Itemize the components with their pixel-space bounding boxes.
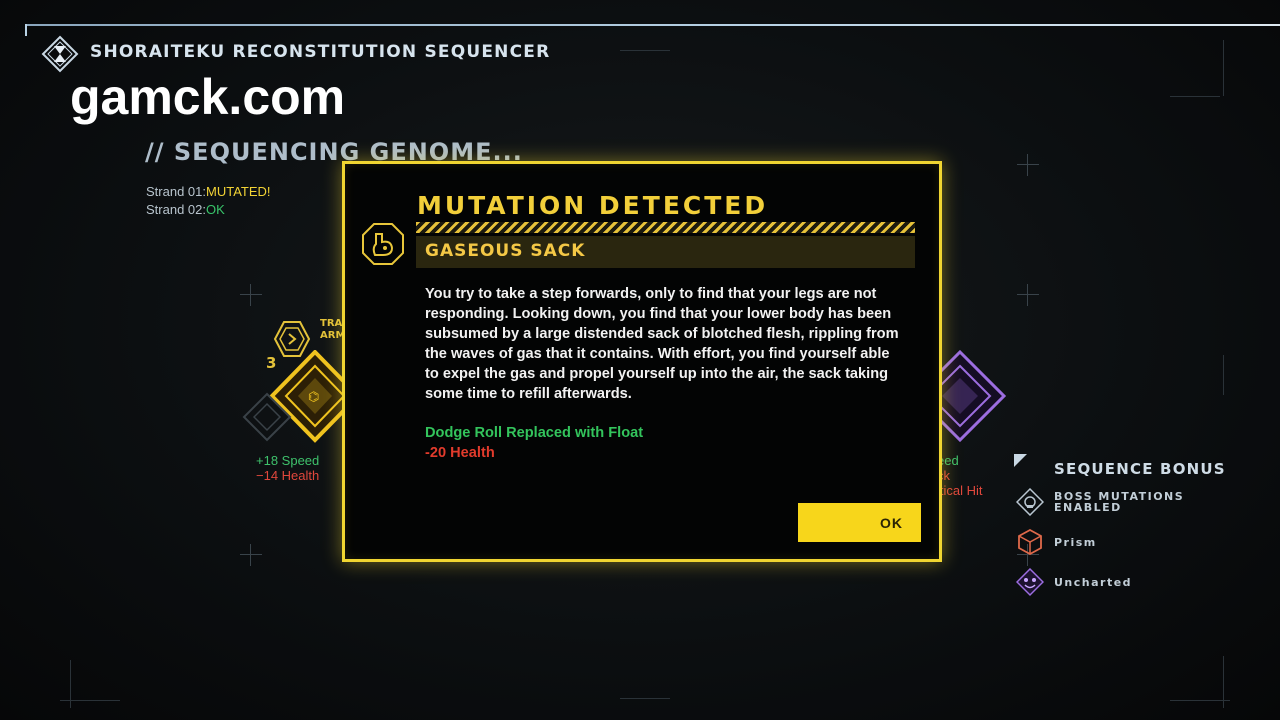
mutation-effect-negative: -20 Health [425, 445, 495, 461]
corner-frame-mark [1223, 355, 1225, 395]
strand-02-status: Strand 02:OK [146, 202, 225, 217]
bonus-item-boss-mutations: BOSS MUTATIONS ENABLED [1016, 488, 1236, 516]
corner-frame-mark [1170, 700, 1230, 702]
sequence-bonus-title: SEQUENCE BONUS [1054, 460, 1226, 478]
strand-status: OK [206, 202, 225, 217]
strand-status: MUTATED! [206, 184, 271, 199]
corner-frame-mark [60, 700, 120, 702]
svg-text:⌬: ⌬ [308, 390, 319, 405]
corner-frame-mark [1170, 48, 1220, 97]
node-tag-line1: TRA [320, 318, 343, 329]
crosshair-mark [1017, 154, 1039, 176]
corner-frame-mark [620, 50, 670, 52]
bonus-label: Uncharted [1054, 576, 1133, 589]
mutation-name: GASEOUS SACK [425, 241, 586, 261]
bonus-item-prism: Prism [1016, 528, 1236, 556]
mutation-effect-positive: Dodge Roll Replaced with Float [425, 425, 644, 441]
boss-skull-icon [1016, 488, 1044, 516]
crosshair-mark [1017, 284, 1039, 306]
crosshair-mark [240, 544, 262, 566]
bonus-corner-icon [1014, 454, 1027, 467]
mutation-description: You try to take a step forwards, only to… [425, 286, 899, 402]
crosshair-mark [240, 284, 262, 306]
left-node-stat-positive: +18 Speed [256, 453, 320, 468]
strand-label: Strand 02: [146, 202, 206, 217]
right-node-stat-line3: itical Hit [937, 483, 983, 498]
strand-01-status: Strand 01:MUTATED! [146, 184, 271, 199]
gene-node-left-ghost [242, 392, 292, 442]
header-rule [25, 24, 1280, 26]
bonus-label-line2: ENABLED [1054, 501, 1122, 514]
header-rule-tick [25, 24, 39, 36]
modal-title: MUTATION DETECTED [417, 191, 769, 220]
strand-label: Strand 01: [146, 184, 206, 199]
ok-button[interactable]: OK [798, 503, 921, 542]
prism-cube-icon [1018, 528, 1042, 556]
corner-frame-mark [620, 698, 670, 700]
uncharted-creature-icon [1016, 568, 1044, 597]
app-title: SHORAITEKU RECONSTITUTION SEQUENCER [90, 42, 551, 62]
watermark: gamck.com [70, 69, 346, 125]
gaseous-sack-icon [362, 223, 404, 265]
bonus-label: Prism [1054, 536, 1097, 549]
corner-frame-mark [1223, 40, 1225, 96]
hazard-stripe [416, 222, 915, 233]
left-node-stat-negative: −14 Health [256, 468, 320, 483]
bonus-item-uncharted: Uncharted [1016, 568, 1236, 598]
mutation-modal: MUTATION DETECTED GASEOUS SACK You try t… [342, 161, 942, 562]
